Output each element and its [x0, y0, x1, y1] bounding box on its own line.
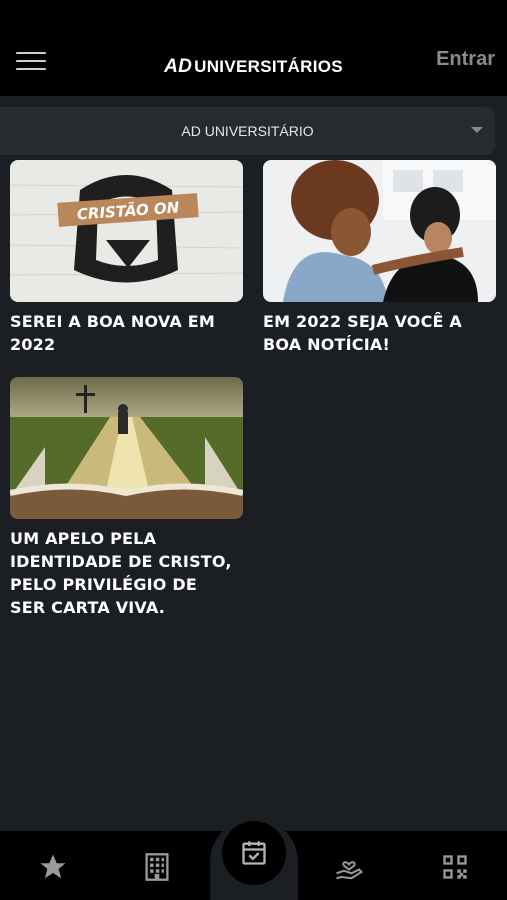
- star-icon[interactable]: [33, 847, 73, 887]
- man-walking-on-bible-photo: [10, 377, 243, 519]
- two-women-consoling-photo: [263, 160, 496, 302]
- cristao-on-graphic: CRISTÃO ON: [10, 160, 243, 302]
- dropdown-value: AD UNIVERSITÁRIO: [181, 123, 314, 139]
- post-title: SEREI A BOA NOVA EM 2022: [10, 312, 215, 354]
- post-card[interactable]: EM 2022 SEJA VOCÊ A BOA NOTÍCIA!: [263, 160, 496, 356]
- post-title: EM 2022 SEJA VOCÊ A BOA NOTÍCIA!: [263, 312, 463, 354]
- qr-code-icon[interactable]: [435, 847, 475, 887]
- hand-heart-icon[interactable]: [329, 847, 369, 887]
- post-title: UM APELO PELA IDENTIDADE DE CRISTO, PELO…: [10, 529, 232, 617]
- post-thumbnail: [263, 160, 496, 302]
- chevron-down-icon: [471, 127, 483, 133]
- calendar-check-icon[interactable]: [222, 821, 286, 885]
- login-button[interactable]: Entrar: [436, 48, 495, 71]
- logo-text: UNIVERSITÁRIOS: [194, 57, 343, 76]
- top-header: AD UNIVERSITÁRIOS Entrar: [0, 0, 507, 96]
- logo-ad: AD: [164, 56, 193, 77]
- post-card[interactable]: UM APELO PELA IDENTIDADE DE CRISTO, PELO…: [10, 377, 243, 619]
- post-thumbnail: [10, 377, 243, 519]
- app-logo: AD UNIVERSITÁRIOS: [0, 56, 507, 78]
- community-dropdown[interactable]: AD UNIVERSITÁRIO: [0, 107, 495, 155]
- post-thumbnail: CRISTÃO ON: [10, 160, 243, 302]
- building-icon[interactable]: [137, 847, 177, 887]
- post-card[interactable]: CRISTÃO ON SEREI A BOA NOVA EM 2022: [10, 160, 243, 356]
